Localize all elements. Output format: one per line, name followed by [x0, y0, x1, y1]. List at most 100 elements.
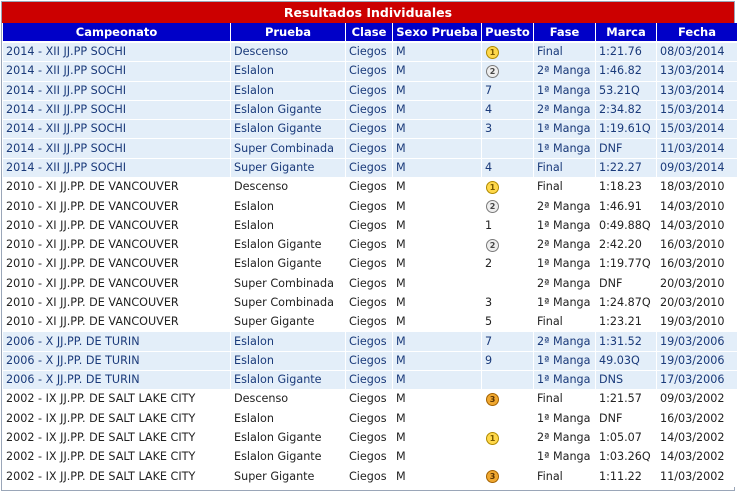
header-row: Campeonato Prueba Clase Sexo Prueba Pues… — [3, 23, 737, 43]
cell-marca: 1:46.91 — [596, 197, 656, 217]
cell-clase: Ciegos — [346, 255, 392, 275]
cell-prueba: Eslalon — [231, 351, 345, 372]
cell-campeonato: 2006 - X JJ.PP. DE TURIN — [3, 332, 230, 352]
col-marca[interactable]: Marca — [596, 23, 656, 43]
cell-sexo: M — [393, 409, 481, 429]
cell-clase: Ciegos — [346, 178, 392, 198]
cell-prueba: Eslalon Gigante — [231, 428, 345, 449]
table-row: 2014 - XII JJ.PP SOCHI Eslalon Ciegos M 7 1ª … — [3, 81, 737, 101]
cell-marca: 1:46.82 — [596, 62, 656, 82]
cell-fecha: 16/03/2002 — [657, 409, 737, 429]
col-prueba[interactable]: Prueba — [231, 23, 345, 43]
cell-puesto: 1 — [482, 428, 533, 449]
cell-campeonato: 2014 - XII JJ.PP SOCHI — [3, 62, 230, 82]
cell-fase: 2ª Manga — [534, 235, 595, 256]
cell-clase: Ciegos — [346, 371, 392, 391]
cell-sexo: M — [393, 235, 481, 256]
cell-fase: Final — [534, 43, 595, 63]
results-panel: Resultados Individuales Campeonato Prueb… — [1, 1, 738, 491]
cell-puesto — [482, 139, 533, 159]
cell-fase: 2ª Manga — [534, 197, 595, 217]
cell-marca: DNF — [596, 139, 656, 159]
cell-fecha: 19/03/2010 — [657, 313, 737, 333]
table-row: 2010 - XI JJ.PP. DE VANCOUVER Eslalon Gig… — [3, 235, 737, 256]
cell-sexo: M — [393, 43, 481, 63]
cell-campeonato: 2002 - IX JJ.PP. DE SALT LAKE CITY — [3, 428, 230, 449]
cell-fase: 1ª Manga — [534, 120, 595, 140]
cell-fase: 2ª Manga — [534, 274, 595, 294]
cell-fecha: 16/03/2010 — [657, 255, 737, 275]
cell-fecha: 14/03/2002 — [657, 448, 737, 468]
cell-clase: Ciegos — [346, 100, 392, 121]
cell-puesto: 2 — [482, 62, 533, 82]
cell-fase: 1ª Manga — [534, 448, 595, 468]
cell-campeonato: 2014 - XII JJ.PP SOCHI — [3, 139, 230, 159]
table-row: 2010 - XI JJ.PP. DE VANCOUVER Super Combi… — [3, 274, 737, 294]
cell-fase: Final — [534, 158, 595, 179]
col-fecha[interactable]: Fecha — [657, 23, 737, 43]
cell-campeonato: 2014 - XII JJ.PP SOCHI — [3, 43, 230, 63]
cell-fecha: 20/03/2010 — [657, 293, 737, 314]
cell-sexo: M — [393, 100, 481, 121]
table-row: 2010 - XI JJ.PP. DE VANCOUVER Descenso Cie… — [3, 178, 737, 198]
cell-puesto: 3 — [482, 390, 533, 410]
cell-fase: 1ª Manga — [534, 371, 595, 391]
cell-prueba: Super Combinada — [231, 274, 345, 294]
cell-sexo: M — [393, 274, 481, 294]
table-row: 2010 - XI JJ.PP. DE VANCOUVER Eslalon Cieg… — [3, 216, 737, 236]
cell-clase: Ciegos — [346, 428, 392, 449]
cell-prueba: Eslalon Gigante — [231, 100, 345, 121]
cell-prueba: Eslalon — [231, 81, 345, 101]
cell-sexo: M — [393, 390, 481, 410]
col-clase[interactable]: Clase — [346, 23, 392, 43]
table-row: 2014 - XII JJ.PP SOCHI Descenso Ciegos M 1 Fi… — [3, 43, 737, 63]
cell-prueba: Super Combinada — [231, 293, 345, 314]
col-fase[interactable]: Fase — [534, 23, 595, 43]
col-puesto[interactable]: Puesto — [482, 23, 533, 43]
cell-fase: 1ª Manga — [534, 351, 595, 372]
cell-prueba: Eslalon Gigante — [231, 235, 345, 256]
cell-prueba: Eslalon — [231, 216, 345, 236]
cell-campeonato: 2006 - X JJ.PP. DE TURIN — [3, 351, 230, 372]
cell-fase: 1ª Manga — [534, 81, 595, 101]
cell-puesto: 2 — [482, 235, 533, 256]
cell-fecha: 14/03/2002 — [657, 428, 737, 449]
table-body: 2014 - XII JJ.PP SOCHI Descenso Ciegos M 1 Fi… — [3, 43, 737, 487]
cell-fase: 2ª Manga — [534, 332, 595, 352]
cell-clase: Ciegos — [346, 81, 392, 101]
cell-prueba: Descenso — [231, 178, 345, 198]
col-campeonato[interactable]: Campeonato — [3, 23, 230, 43]
cell-clase: Ciegos — [346, 235, 392, 256]
cell-campeonato: 2010 - XI JJ.PP. DE VANCOUVER — [3, 293, 230, 314]
cell-fase: 2ª Manga — [534, 100, 595, 121]
cell-marca: 1:19.61Q — [596, 120, 656, 140]
panel-title: Resultados Individuales — [2, 2, 734, 23]
cell-prueba: Super Gigante — [231, 158, 345, 179]
cell-marca: 53.21Q — [596, 81, 656, 101]
cell-clase: Ciegos — [346, 139, 392, 159]
cell-prueba: Eslalon Gigante — [231, 448, 345, 468]
cell-prueba: Eslalon Gigante — [231, 120, 345, 140]
gold-medal-icon: 1 — [486, 431, 499, 445]
cell-puesto: 1 — [482, 178, 533, 198]
cell-fase: 2ª Manga — [534, 428, 595, 449]
cell-sexo: M — [393, 81, 481, 101]
bronze-medal-icon: 3 — [486, 392, 499, 406]
cell-prueba: Eslalon Gigante — [231, 371, 345, 391]
col-sexo-prueba[interactable]: Sexo Prueba — [393, 23, 481, 43]
cell-fecha: 08/03/2014 — [657, 43, 737, 63]
cell-sexo: M — [393, 139, 481, 159]
cell-fecha: 11/03/2002 — [657, 467, 737, 487]
cell-marca: 1:31.52 — [596, 332, 656, 352]
table-row: 2010 - XI JJ.PP. DE VANCOUVER Eslalon Gig… — [3, 255, 737, 275]
cell-prueba: Super Gigante — [231, 467, 345, 487]
cell-fecha: 13/03/2014 — [657, 81, 737, 101]
cell-fase: Final — [534, 467, 595, 487]
results-table: Campeonato Prueba Clase Sexo Prueba Pues… — [2, 23, 738, 487]
cell-puesto — [482, 274, 533, 294]
cell-fecha: 14/03/2010 — [657, 216, 737, 236]
cell-campeonato: 2002 - IX JJ.PP. DE SALT LAKE CITY — [3, 448, 230, 468]
cell-campeonato: 2010 - XI JJ.PP. DE VANCOUVER — [3, 216, 230, 236]
cell-sexo: M — [393, 158, 481, 179]
cell-sexo: M — [393, 351, 481, 372]
